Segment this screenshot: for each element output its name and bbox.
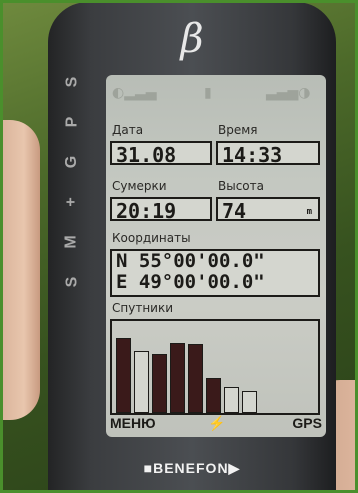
- lcd-screen: ◐▂▃▄ ▮ ▃▄▅◑ Дата Время 31.08 14:33 Сумер…: [106, 75, 326, 437]
- battery-icon: ▮: [204, 85, 212, 101]
- latitude-value: N 55°00'00.0": [116, 250, 265, 272]
- altitude-label: Высота: [218, 179, 264, 193]
- device-logo: β: [180, 16, 204, 62]
- satellite-bar: [206, 378, 221, 413]
- altitude-unit: m: [306, 207, 312, 217]
- softkey-bar: МЕНЮ ⚡ GPS: [110, 415, 322, 433]
- side-gps-label: S P G + M S: [60, 62, 84, 302]
- side-letter: P: [62, 116, 80, 128]
- coordinates-label: Координаты: [112, 231, 191, 245]
- brand-logo: ■BENEFON▶: [143, 460, 241, 476]
- photo: β S P G + M S ◐▂▃▄ ▮ ▃▄▅◑ Дата Время 31.…: [0, 0, 358, 493]
- side-letter: S: [62, 276, 80, 288]
- satellite-bar: [188, 344, 203, 413]
- time-label: Время: [218, 123, 258, 137]
- altitude-box: 74 m: [216, 197, 320, 223]
- time-value: 14:33: [216, 141, 320, 167]
- softkey-gps[interactable]: GPS: [292, 415, 322, 431]
- side-letter: S: [62, 76, 80, 88]
- satellites-label: Спутники: [112, 301, 174, 315]
- twilight-value: 20:19: [110, 197, 212, 223]
- lightning-icon: ⚡: [208, 415, 226, 431]
- side-letter: G: [62, 155, 80, 169]
- satellite-bar: [242, 391, 257, 413]
- hand: [0, 120, 40, 420]
- altitude-value: 74: [222, 199, 247, 223]
- satellite-bar: [134, 351, 149, 413]
- longitude-value: E 49°00'00.0": [116, 271, 265, 293]
- signal-icon: ◐▂▃▄: [112, 85, 157, 101]
- softkey-menu[interactable]: МЕНЮ: [110, 415, 156, 431]
- satellite-bar: [224, 387, 239, 413]
- date-value: 31.08: [110, 141, 212, 167]
- side-letter: M: [62, 235, 80, 249]
- coordinates-box: N 55°00'00.0" E 49°00'00.0": [110, 249, 320, 297]
- date-label: Дата: [112, 123, 144, 137]
- satellite-bar: [170, 343, 185, 413]
- side-letter: +: [63, 197, 80, 207]
- gps-device: β S P G + M S ◐▂▃▄ ▮ ▃▄▅◑ Дата Время 31.…: [48, 2, 336, 493]
- satellite-signal-chart: [110, 319, 320, 415]
- satellite-bar: [152, 354, 167, 413]
- satellite-bar: [116, 338, 131, 413]
- twilight-label: Сумерки: [112, 179, 167, 193]
- network-icon: ▃▄▅◑: [266, 85, 311, 101]
